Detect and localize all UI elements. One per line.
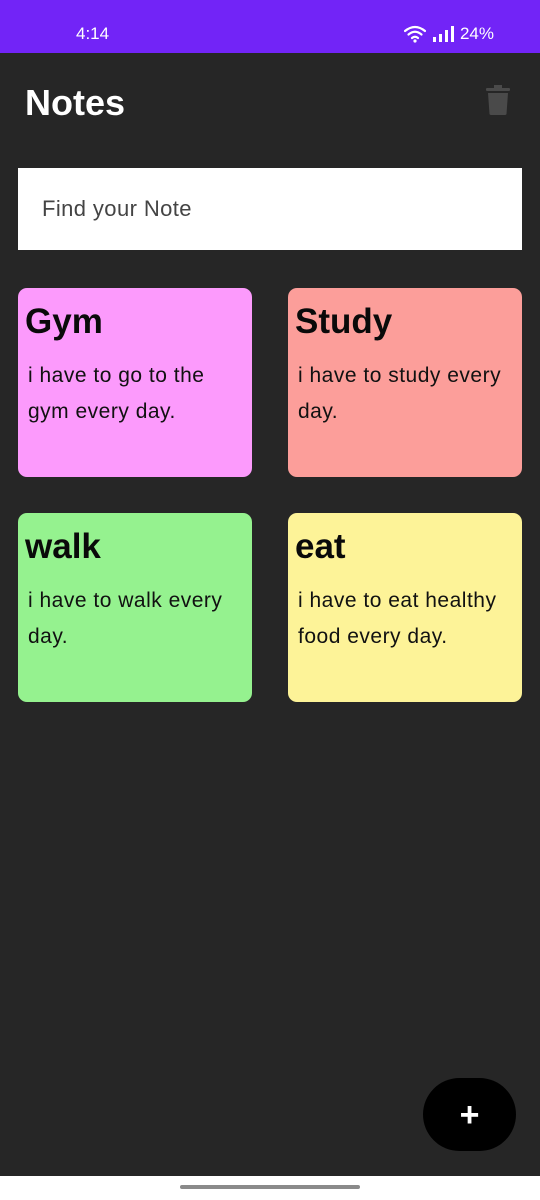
delete-button[interactable] [484, 84, 512, 120]
note-card-gym[interactable]: Gym i have to go to the gym every day. [18, 288, 252, 477]
battery-percentage: 24% [459, 24, 494, 43]
note-body: i have to study every day. [298, 364, 502, 423]
search-input[interactable] [18, 168, 522, 250]
status-icons: 24% [403, 24, 494, 44]
cell-signal-icon [432, 26, 454, 42]
home-indicator[interactable] [180, 1185, 360, 1189]
note-title: Study [295, 302, 393, 341]
note-card-study[interactable]: Study i have to study every day. [288, 288, 522, 477]
add-icon: + [459, 1095, 480, 1134]
note-title: walk [25, 527, 101, 566]
note-body: i have to walk every day. [28, 589, 223, 648]
note-card-eat[interactable]: eat i have to eat healthy food every day… [288, 513, 522, 702]
note-body: i have to eat healthy food every day. [298, 589, 497, 648]
search-box[interactable] [18, 168, 522, 250]
page-title: Notes [25, 82, 126, 123]
trash-icon [486, 84, 510, 120]
note-title: eat [295, 527, 346, 566]
navigation-bar [0, 1176, 540, 1200]
note-body: i have to go to the gym every day. [28, 364, 205, 423]
wifi-icon [403, 25, 426, 43]
note-title: Gym [25, 302, 103, 341]
note-card-walk[interactable]: walk i have to walk every day. [18, 513, 252, 702]
add-note-button[interactable]: + [423, 1078, 516, 1151]
status-bar: 4:14 24% [0, 0, 540, 53]
status-time: 4:14 [76, 24, 110, 43]
